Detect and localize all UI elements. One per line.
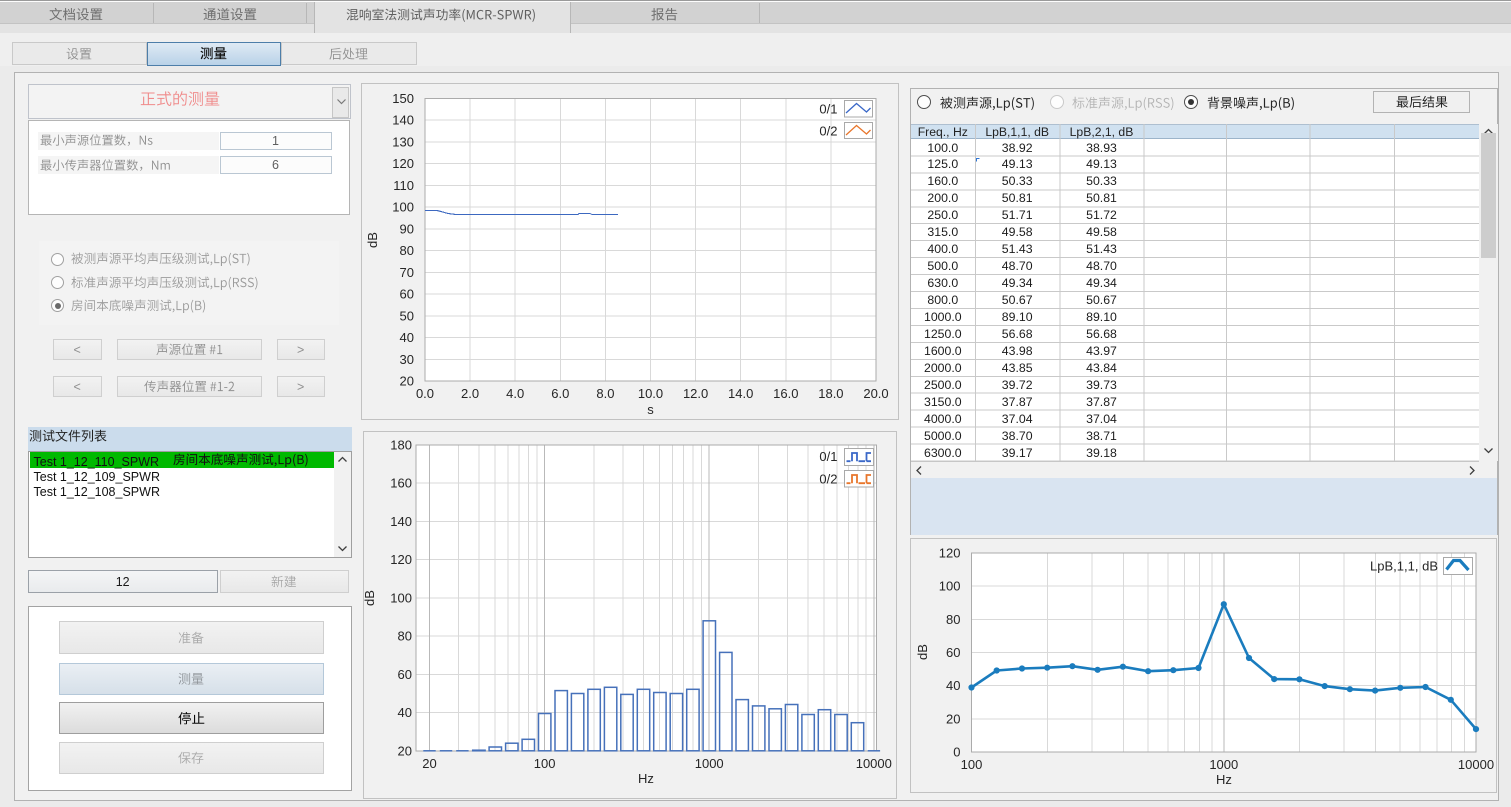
svg-text:Hz: Hz	[1216, 772, 1232, 787]
svg-text:12.0: 12.0	[683, 386, 708, 401]
svg-text:80: 80	[946, 611, 960, 626]
svg-text:s: s	[647, 402, 654, 417]
svg-text:2.0: 2.0	[461, 386, 479, 401]
svg-text:1000: 1000	[695, 756, 724, 771]
svg-text:150: 150	[392, 91, 414, 106]
svg-text:100: 100	[392, 200, 414, 215]
svg-text:0/2: 0/2	[819, 124, 837, 139]
svg-text:60: 60	[400, 287, 414, 302]
svg-text:90: 90	[400, 221, 414, 236]
svg-text:dB: dB	[915, 644, 930, 660]
svg-text:8.0: 8.0	[596, 386, 614, 401]
svg-text:80: 80	[398, 629, 412, 644]
svg-text:110: 110	[393, 178, 414, 193]
svg-text:0: 0	[953, 744, 960, 759]
svg-text:120: 120	[390, 552, 412, 567]
svg-text:50: 50	[400, 308, 414, 323]
svg-text:0/1: 0/1	[819, 102, 837, 117]
svg-text:0.0: 0.0	[416, 386, 434, 401]
svg-text:0/2: 0/2	[819, 472, 837, 487]
svg-text:140: 140	[390, 514, 412, 529]
svg-text:LpB,1,1, dB: LpB,1,1, dB	[1370, 558, 1438, 573]
svg-text:100: 100	[960, 757, 982, 772]
svg-text:40: 40	[398, 705, 412, 720]
svg-text:100: 100	[938, 578, 960, 593]
svg-text:14.0: 14.0	[728, 386, 753, 401]
svg-text:20: 20	[946, 711, 960, 726]
svg-text:130: 130	[392, 135, 414, 150]
svg-text:1000: 1000	[1209, 757, 1238, 772]
svg-text:20: 20	[398, 743, 412, 758]
svg-text:16.0: 16.0	[773, 386, 798, 401]
svg-text:dB: dB	[363, 590, 377, 606]
svg-text:18.0: 18.0	[818, 386, 843, 401]
svg-text:70: 70	[400, 265, 414, 280]
svg-text:40: 40	[946, 678, 960, 693]
svg-text:dB: dB	[365, 232, 380, 248]
svg-text:Hz: Hz	[638, 771, 654, 786]
svg-text:4.0: 4.0	[506, 386, 524, 401]
svg-text:10000: 10000	[856, 756, 892, 771]
svg-text:160: 160	[390, 476, 412, 491]
svg-text:100: 100	[534, 756, 556, 771]
svg-text:20: 20	[422, 756, 436, 771]
svg-text:60: 60	[398, 667, 412, 682]
svg-text:120: 120	[392, 156, 414, 171]
svg-text:80: 80	[400, 243, 414, 258]
svg-text:180: 180	[390, 438, 412, 453]
svg-text:100: 100	[390, 590, 412, 605]
svg-text:120: 120	[938, 545, 960, 560]
svg-text:40: 40	[400, 330, 414, 345]
svg-text:10.0: 10.0	[638, 386, 663, 401]
svg-text:0/1: 0/1	[819, 449, 837, 464]
svg-text:10000: 10000	[1457, 757, 1493, 772]
svg-text:140: 140	[392, 113, 414, 128]
svg-text:60: 60	[946, 645, 960, 660]
svg-text:30: 30	[400, 352, 414, 367]
svg-text:6.0: 6.0	[551, 386, 569, 401]
svg-text:20: 20	[400, 374, 414, 389]
